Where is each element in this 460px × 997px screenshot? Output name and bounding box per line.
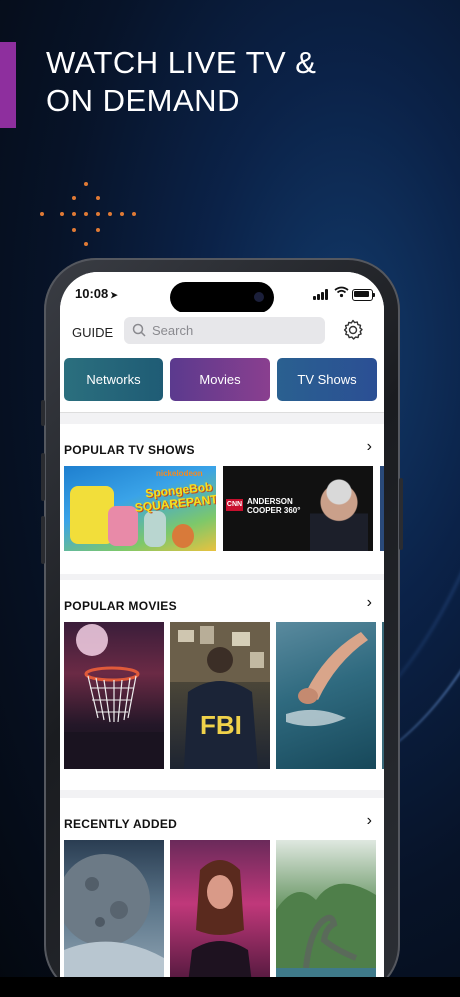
fbi-agent-art [170,622,270,769]
chevron-right-icon[interactable]: › [367,438,372,456]
promo-headline: WATCH LIVE TV & ON DEMAND [46,45,317,118]
show-tile-spongebob[interactable]: nickelodeon SpongeBob SQUAREPANTS [64,466,216,551]
cnn-logo: CNN [226,499,243,511]
section-title: RECENTLY ADDED [64,817,178,831]
bottom-edge [0,977,460,997]
search-input[interactable]: Search [124,317,325,344]
chip-movies[interactable]: Movies [170,358,270,401]
chip-networks[interactable]: Networks [64,358,163,401]
phone-screen: 10:08 ➤ GUIDE Search Networks Movies TV … [60,272,384,997]
top-bar: GUIDE Search [60,312,384,354]
search-placeholder: Search [152,323,194,338]
phone-side-button [41,453,45,501]
status-time: 10:08 ➤ [75,286,118,301]
location-arrow-icon: ➤ [110,290,118,300]
gear-icon[interactable] [341,318,365,342]
fbi-logo: FBI [200,710,242,740]
cellular-signal-icon [313,289,331,300]
section-title: POPULAR MOVIES [64,599,177,613]
recent-tile-moon[interactable] [64,840,164,997]
category-chips: Networks Movies TV Shows [60,354,384,413]
section-popular-tv-shows: POPULAR TV SHOWS › nickelodeon SpongeBob… [60,424,384,574]
basketball-hoop-art [64,624,164,769]
wifi-icon [334,286,349,298]
phone-side-button [399,478,403,550]
phone-side-button [41,516,45,564]
spongebob-logo: SpongeBob SQUAREPANTS [134,479,216,515]
dinosaur-art [276,883,376,997]
recent-tile-dinosaur[interactable] [276,840,376,997]
phone-mockup: 10:08 ➤ GUIDE Search Networks Movies TV … [41,258,403,997]
movie-tile-diver[interactable] [276,622,376,769]
nickelodeon-logo: nickelodeon [156,469,203,478]
camera-icon [254,292,264,302]
search-icon [132,323,146,337]
chevron-right-icon[interactable]: › [367,594,372,612]
host-portrait [310,472,368,551]
squidward-character [144,511,166,547]
movie-tile-next[interactable] [382,622,384,769]
diver-art [286,632,368,727]
woman-portrait-art [186,860,254,997]
dynamic-island [170,282,274,313]
moon-art [64,854,164,997]
chevron-right-icon[interactable]: › [367,812,372,830]
section-popular-movies: POPULAR MOVIES › FBI [60,580,384,790]
recent-tile-woman[interactable] [170,840,270,997]
section-recently-added: RECENTLY ADDED › [60,798,384,997]
show-tile-next[interactable] [380,466,384,551]
section-title: POPULAR TV SHOWS [64,443,195,457]
movie-tile-fbi[interactable]: FBI [170,622,270,769]
guide-button[interactable]: GUIDE [72,325,113,340]
accent-bar [0,42,16,128]
movie-tile-basketball[interactable] [64,622,164,769]
battery-icon [352,289,375,301]
mr-krabs-character [172,524,194,548]
patrick-character [108,506,138,546]
chip-tv-shows[interactable]: TV Shows [277,358,377,401]
show-title-text: ANDERSON COOPER 360° [247,497,301,515]
phone-side-button [41,400,45,426]
show-tile-anderson-cooper[interactable]: CNN ANDERSON COOPER 360° [223,466,373,551]
decorative-dots [38,180,138,250]
status-bar: 10:08 ➤ [60,272,384,313]
